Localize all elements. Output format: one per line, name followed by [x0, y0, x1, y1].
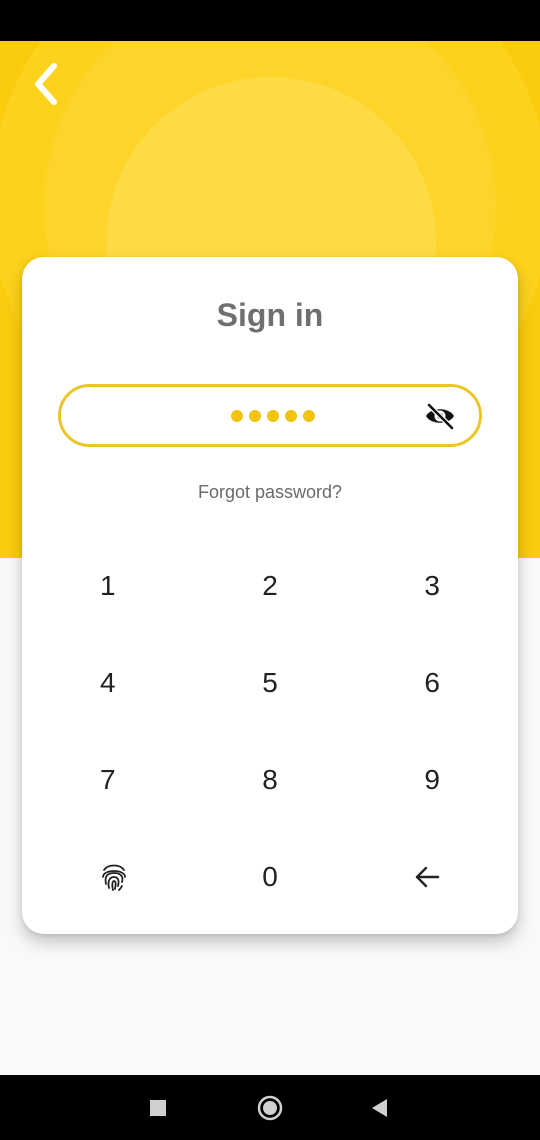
recents-button[interactable] [141, 1091, 175, 1125]
key-8[interactable]: 8 [187, 731, 352, 828]
pin-dot [285, 409, 297, 422]
pin-mask [231, 409, 315, 422]
forgot-password-link[interactable]: Forgot password? [22, 482, 518, 503]
key-7[interactable]: 7 [22, 731, 187, 828]
pin-dot [249, 409, 261, 422]
key-2[interactable]: 2 [187, 537, 352, 634]
key-5[interactable]: 5 [187, 634, 352, 731]
key-3[interactable]: 3 [353, 537, 518, 634]
triangle-back-icon [372, 1099, 387, 1117]
home-button[interactable] [253, 1091, 287, 1125]
back-button[interactable] [22, 58, 70, 110]
sign-in-card: Sign in Forgot password? 1 2 3 4 5 6 7 8… [22, 257, 518, 934]
pin-dot [267, 409, 279, 422]
system-back-button[interactable] [363, 1091, 397, 1125]
key-1[interactable]: 1 [22, 537, 187, 634]
fingerprint-icon [102, 864, 126, 891]
backspace-button[interactable] [353, 828, 518, 925]
key-9[interactable]: 9 [353, 731, 518, 828]
circle-icon [257, 1095, 283, 1121]
pin-dot [231, 409, 243, 422]
key-6[interactable]: 6 [353, 634, 518, 731]
pin-input[interactable] [58, 384, 482, 447]
square-icon [150, 1100, 166, 1116]
numeric-keypad: 1 2 3 4 5 6 7 8 9 0 [22, 537, 518, 925]
status-bar [0, 0, 540, 41]
eye-off-icon [426, 402, 455, 430]
visibility-toggle-button[interactable] [423, 401, 457, 431]
chevron-left-icon [35, 63, 57, 105]
key-4[interactable]: 4 [22, 634, 187, 731]
fingerprint-button[interactable] [22, 828, 187, 925]
system-navigation-bar [0, 1075, 540, 1140]
pin-dot [303, 409, 315, 422]
key-0[interactable]: 0 [187, 828, 352, 925]
arrow-left-icon [415, 866, 440, 887]
page-title: Sign in [216, 297, 324, 333]
